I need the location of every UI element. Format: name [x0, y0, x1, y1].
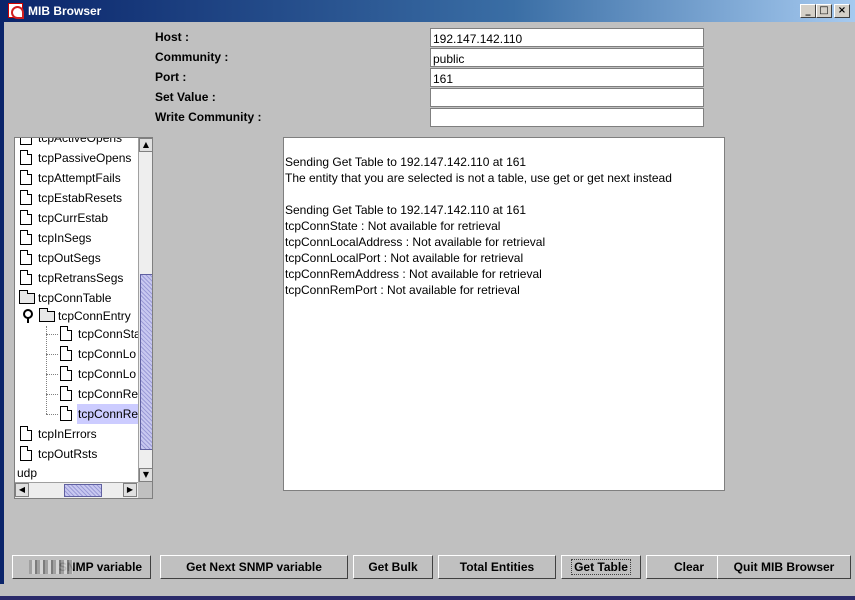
- mib-tree[interactable]: tcpActiveOpens tcpPassiveOpens tcpAttemp…: [15, 138, 138, 482]
- scroll-down-icon[interactable]: ▼: [139, 468, 152, 482]
- tree-connector: [46, 394, 58, 395]
- quit-mib-browser-button[interactable]: Quit MIB Browser: [717, 555, 851, 579]
- host-input[interactable]: [430, 28, 704, 47]
- document-icon: [60, 366, 72, 381]
- scroll-corner: [138, 482, 152, 498]
- tree-vertical-scrollbar[interactable]: ▲ ▼: [138, 138, 152, 482]
- document-icon: [60, 326, 72, 341]
- document-icon: [60, 346, 72, 361]
- output-line: tcpConnRemPort : Not available for retri…: [285, 283, 520, 297]
- output-text-area[interactable]: Sending Get Table to 192.147.142.110 at …: [283, 137, 725, 491]
- tree-node-tcpconnlocaladdress[interactable]: tcpConnLo: [59, 344, 137, 364]
- title-bar: MIB Browser _ □ ×: [0, 0, 855, 22]
- folder-icon: [19, 290, 35, 304]
- mib-tree-panel[interactable]: tcpActiveOpens tcpPassiveOpens tcpAttemp…: [14, 137, 153, 499]
- community-input[interactable]: [430, 48, 704, 67]
- document-icon: [20, 210, 32, 225]
- document-icon: [60, 386, 72, 401]
- output-line: The entity that you are selected is not …: [285, 171, 672, 185]
- get-snmp-variable-button[interactable]: SNMP variable: [12, 555, 151, 579]
- document-icon: [20, 150, 32, 165]
- tree-node-tcpoutrsts[interactable]: tcpOutRsts: [19, 444, 98, 464]
- tree-node-tcpconnremaddress[interactable]: tcpConnRe: [59, 384, 138, 404]
- tree-node-tcpattemptfails[interactable]: tcpAttemptFails: [19, 168, 122, 188]
- output-line: tcpConnLocalPort : Not available for ret…: [285, 251, 524, 265]
- tree-node-udp[interactable]: udp: [16, 463, 38, 482]
- window-title: MIB Browser: [28, 4, 102, 18]
- set-value-input[interactable]: [430, 88, 704, 107]
- document-icon: [20, 138, 32, 145]
- folder-icon: [39, 308, 55, 322]
- tree-node-tcpestabresets[interactable]: tcpEstabResets: [19, 188, 123, 208]
- expand-handle-icon[interactable]: [23, 309, 33, 323]
- get-next-snmp-variable-button[interactable]: Get Next SNMP variable: [160, 555, 348, 579]
- window-frame-left: [0, 22, 4, 600]
- tree-node-tcpinsegs[interactable]: tcpInSegs: [19, 228, 92, 248]
- document-icon: [20, 190, 32, 205]
- host-label: Host :: [155, 30, 189, 44]
- output-line: tcpConnState : Not available for retriev…: [285, 219, 501, 233]
- document-icon: [20, 170, 32, 185]
- tree-node-tcpconnstate[interactable]: tcpConnSta: [59, 324, 138, 344]
- minimize-icon[interactable]: _: [800, 4, 816, 18]
- tree-node-tcpoutsegs[interactable]: tcpOutSegs: [19, 248, 102, 268]
- render-artifact: [29, 560, 73, 574]
- tree-connector: [46, 374, 58, 375]
- output-line: tcpConnRemAddress : Not available for re…: [285, 267, 542, 281]
- tree-connector: [46, 326, 47, 414]
- taskbar-edge: [0, 596, 855, 600]
- tree-node-tcppassiveopens[interactable]: tcpPassiveOpens: [19, 148, 132, 168]
- get-bulk-button[interactable]: Get Bulk: [353, 555, 433, 579]
- output-line: Sending Get Table to 192.147.142.110 at …: [285, 155, 527, 169]
- tree-node-tcpactiveopens[interactable]: tcpActiveOpens: [19, 138, 123, 148]
- tree-node-tcpconnlocalport[interactable]: tcpConnLo: [59, 364, 137, 384]
- tree-horizontal-scrollbar[interactable]: ◀ ▶: [15, 482, 138, 498]
- community-label: Community :: [155, 50, 229, 64]
- tree-connector: [46, 354, 58, 355]
- tree-node-tcpinerrors[interactable]: tcpInErrors: [19, 424, 98, 444]
- set-value-label: Set Value :: [155, 90, 216, 104]
- java-app-icon: [8, 3, 24, 19]
- document-icon: [20, 250, 32, 265]
- maximize-icon[interactable]: □: [816, 4, 832, 18]
- close-icon[interactable]: ×: [834, 4, 850, 18]
- scroll-right-icon[interactable]: ▶: [123, 483, 137, 497]
- document-icon: [20, 426, 32, 441]
- tree-node-tcpcurrestab[interactable]: tcpCurrEstab: [19, 208, 109, 228]
- horizontal-scroll-thumb[interactable]: [64, 484, 102, 497]
- scroll-up-icon[interactable]: ▲: [139, 138, 152, 152]
- port-label: Port :: [155, 70, 187, 84]
- document-icon: [20, 446, 32, 461]
- document-icon: [20, 230, 32, 245]
- write-community-input[interactable]: [430, 108, 704, 127]
- window-bottom-edge: [0, 584, 855, 600]
- get-table-button[interactable]: Get Table: [561, 555, 641, 579]
- write-community-label: Write Community :: [155, 110, 262, 124]
- total-entities-button[interactable]: Total Entities: [438, 555, 556, 579]
- scroll-left-icon[interactable]: ◀: [15, 483, 29, 497]
- output-line: Sending Get Table to 192.147.142.110 at …: [285, 203, 527, 217]
- output-line: tcpConnLocalAddress : Not available for …: [285, 235, 546, 249]
- tree-connector: [46, 334, 58, 335]
- tree-node-tcpretranssegs[interactable]: tcpRetransSegs: [19, 268, 124, 288]
- vertical-scroll-thumb[interactable]: [140, 274, 152, 450]
- tree-node-tcpconnremport[interactable]: tcpConnRe: [59, 404, 138, 424]
- tree-connector: [46, 414, 58, 415]
- port-input[interactable]: [430, 68, 704, 87]
- document-icon: [20, 270, 32, 285]
- document-icon: [60, 406, 72, 421]
- tree-node-tcpconntable[interactable]: tcpConnTable: [19, 288, 112, 308]
- tree-node-tcpconnentry[interactable]: tcpConnEntry: [23, 306, 132, 326]
